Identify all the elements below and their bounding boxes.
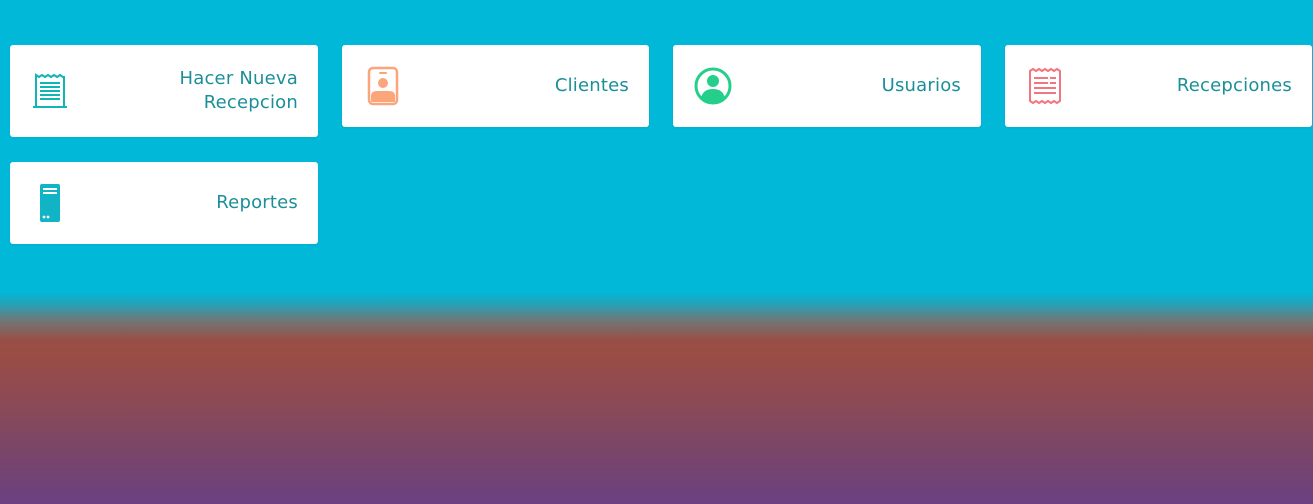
reportes-card[interactable]: Reportes bbox=[10, 162, 318, 244]
user-circle-icon bbox=[693, 66, 733, 106]
recepciones-card[interactable]: Recepciones bbox=[1005, 45, 1312, 127]
card-label: Clientes bbox=[554, 75, 629, 96]
id-badge-icon bbox=[362, 66, 402, 106]
hacer-nueva-recepcion-card[interactable]: Hacer Nueva Recepcion bbox=[10, 45, 318, 137]
card-label: Reportes bbox=[216, 192, 298, 213]
card-label: Recepciones bbox=[1176, 75, 1292, 96]
usuarios-card[interactable]: Usuarios bbox=[673, 45, 981, 127]
card-label: Usuarios bbox=[881, 75, 961, 96]
card-label: Hacer Nueva Recepcion bbox=[179, 68, 298, 113]
receipt-zigzag-icon bbox=[1025, 66, 1065, 106]
clientes-card[interactable]: Clientes bbox=[342, 45, 649, 127]
app-background: { "menu": { "cards": [ { "label": "Hacer… bbox=[0, 0, 1313, 504]
receipt-icon bbox=[30, 71, 70, 111]
server-icon bbox=[30, 183, 70, 223]
